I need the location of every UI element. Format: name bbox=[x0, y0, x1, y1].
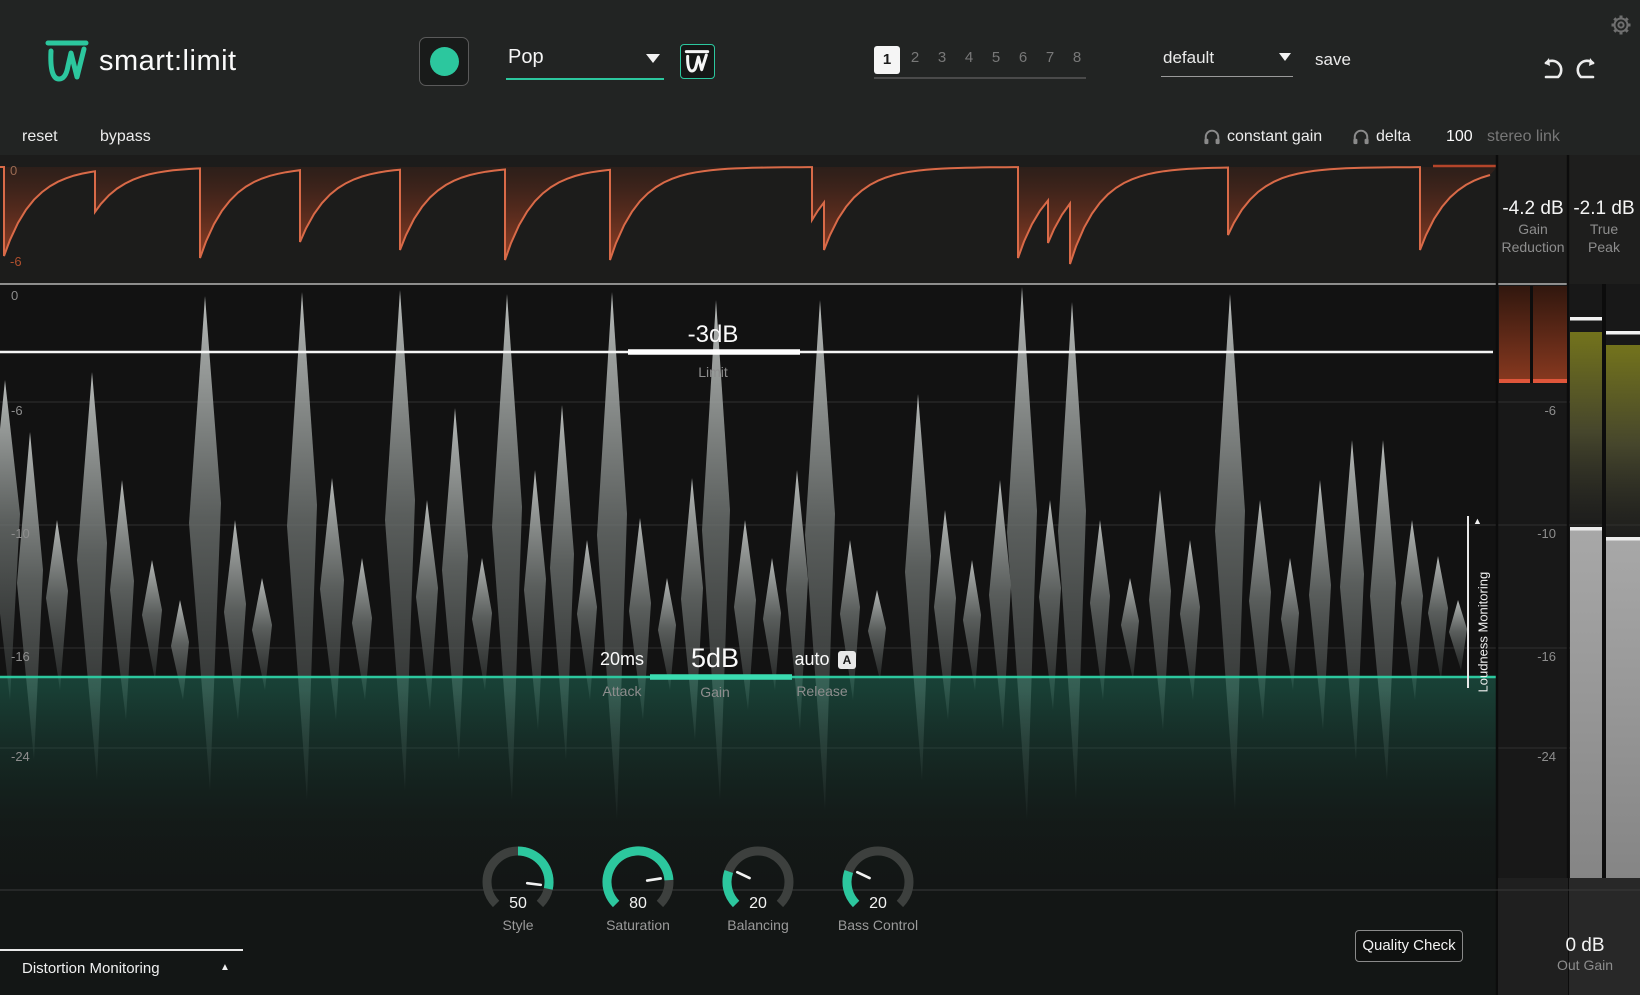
limit-value[interactable]: -3dB bbox=[613, 321, 813, 349]
page-button-5[interactable]: 5 bbox=[983, 49, 1009, 66]
page-button-8[interactable]: 8 bbox=[1064, 49, 1090, 66]
knob-label: Bass Control bbox=[837, 917, 919, 933]
expand-triangle-icon[interactable]: ▲ bbox=[220, 962, 230, 973]
chevron-down-icon bbox=[1279, 53, 1291, 61]
true-peak-label-1: True bbox=[1589, 221, 1619, 237]
delta-toggle[interactable]: delta bbox=[1376, 128, 1411, 146]
quality-check-button[interactable]: Quality Check bbox=[1355, 930, 1463, 962]
sonible-logo-icon bbox=[45, 40, 89, 82]
gr-axis-0: 0 bbox=[10, 163, 18, 178]
learn-button[interactable] bbox=[680, 44, 715, 79]
knob-label: Balancing bbox=[727, 917, 789, 933]
constant-gain-toggle[interactable]: constant gain bbox=[1227, 128, 1322, 146]
redo-icon[interactable] bbox=[1572, 54, 1600, 82]
axis-left--10: -10 bbox=[11, 526, 30, 541]
gain-reduction-value: -4.2 dB bbox=[1502, 198, 1564, 219]
headphones-icon bbox=[1204, 129, 1220, 145]
save-button[interactable]: save bbox=[1315, 50, 1351, 70]
loudness-monitoring-divider bbox=[1467, 516, 1469, 688]
record-button[interactable] bbox=[419, 37, 469, 86]
axis-right--16: -16 bbox=[1537, 649, 1556, 664]
axis-left-0: 0 bbox=[11, 288, 19, 303]
page-button-6[interactable]: 6 bbox=[1010, 49, 1036, 66]
gain-reduction-label-1: Gain bbox=[1518, 221, 1548, 237]
preset-value: default bbox=[1163, 48, 1215, 67]
peak-meter-right bbox=[1606, 345, 1640, 545]
level-bar-left bbox=[1570, 527, 1602, 878]
loudness-monitoring-label[interactable]: Loudness Monitoring bbox=[1476, 533, 1491, 693]
page-button-2[interactable]: 2 bbox=[902, 49, 928, 66]
page-button-7[interactable]: 7 bbox=[1037, 49, 1063, 66]
true-peak-value: -2.1 dB bbox=[1573, 198, 1635, 219]
axis-left--16: -16 bbox=[11, 649, 30, 664]
knob-label: Style bbox=[502, 917, 534, 933]
gain-label: Gain bbox=[700, 684, 730, 700]
level-bar-right bbox=[1606, 537, 1640, 878]
settings-gear-icon[interactable] bbox=[1608, 12, 1634, 38]
release-label: Release bbox=[796, 683, 848, 699]
limiter-display[interactable] bbox=[0, 155, 1640, 995]
header-bar: smart:limit Pop 1 2 3 4 5 6 7 8 default bbox=[0, 0, 1640, 155]
smartlimit-plugin-window: smart:limit Pop 1 2 3 4 5 6 7 8 default bbox=[0, 0, 1640, 995]
gain-reduction-label-2: Reduction bbox=[1501, 239, 1565, 255]
peak-hold-left bbox=[1570, 317, 1602, 321]
app-title: smart:limit bbox=[99, 45, 237, 77]
release-auto-badge[interactable]: A bbox=[838, 651, 856, 669]
axis-left--6: -6 bbox=[11, 403, 23, 418]
page-button-1[interactable]: 1 bbox=[874, 46, 900, 74]
peak-hold-right bbox=[1606, 331, 1640, 335]
collapse-triangle-icon[interactable]: ▲ bbox=[1473, 516, 1482, 526]
stereo-link-label: stereo link bbox=[1487, 128, 1560, 145]
page-button-3[interactable]: 3 bbox=[929, 49, 955, 66]
stereo-link-value[interactable]: 100 bbox=[1446, 128, 1473, 146]
peak-meter-left bbox=[1570, 332, 1602, 532]
knob-value[interactable]: 20 bbox=[818, 895, 938, 913]
distortion-monitoring-label[interactable]: Distortion Monitoring bbox=[22, 960, 160, 977]
record-dot-icon bbox=[430, 47, 459, 76]
sonible-glyph-icon bbox=[684, 50, 710, 73]
knob-value[interactable]: 50 bbox=[458, 895, 578, 913]
axis-right--6: -6 bbox=[1544, 403, 1556, 418]
undo-icon[interactable] bbox=[1539, 54, 1567, 82]
out-gain-value[interactable]: 0 dB bbox=[1540, 935, 1630, 957]
knob-value[interactable]: 80 bbox=[578, 895, 698, 913]
true-peak-label-2: Peak bbox=[1588, 239, 1620, 255]
axis-right--24: -24 bbox=[1537, 749, 1556, 764]
page-button-4[interactable]: 4 bbox=[956, 49, 982, 66]
axis-left--24: -24 bbox=[11, 749, 30, 764]
genre-profile-value: Pop bbox=[508, 46, 544, 68]
bypass-button[interactable]: bypass bbox=[100, 128, 151, 146]
out-gain-label: Out Gain bbox=[1556, 957, 1614, 973]
gain-value[interactable]: 5dB bbox=[655, 643, 775, 674]
chevron-down-icon bbox=[646, 54, 660, 63]
reset-button[interactable]: reset bbox=[22, 128, 58, 146]
distortion-monitoring-divider bbox=[0, 949, 243, 951]
gr-axis--6: -6 bbox=[10, 254, 22, 269]
knob-label: Saturation bbox=[606, 917, 670, 933]
axis-right--10: -10 bbox=[1537, 526, 1556, 541]
parameter-page-selector: 1 2 3 4 5 6 7 8 bbox=[874, 46, 1086, 79]
headphones-icon bbox=[1353, 129, 1369, 145]
genre-profile-dropdown[interactable]: Pop bbox=[506, 44, 664, 80]
preset-dropdown[interactable]: default bbox=[1161, 46, 1293, 77]
knob-value[interactable]: 20 bbox=[698, 895, 818, 913]
limit-label: Limit bbox=[698, 364, 728, 380]
